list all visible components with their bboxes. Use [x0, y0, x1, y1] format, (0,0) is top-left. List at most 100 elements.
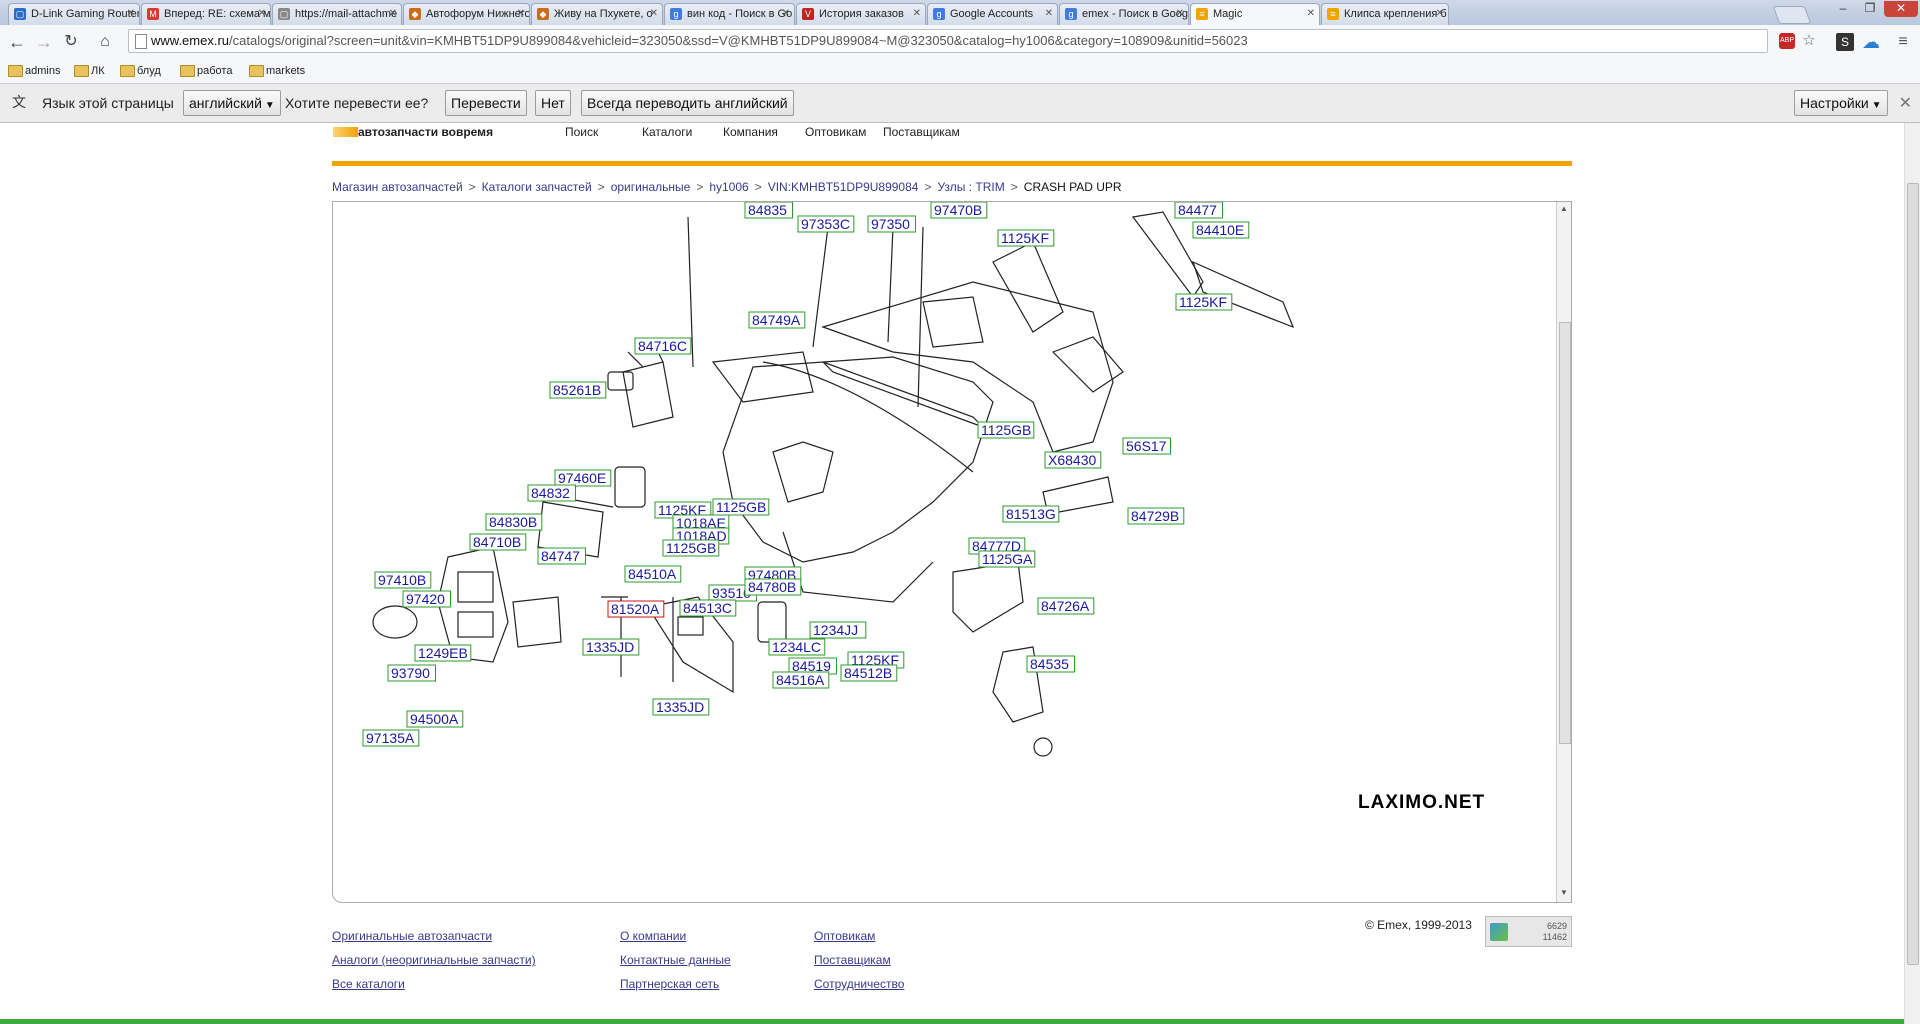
emex-logo[interactable]: [333, 127, 358, 137]
part-number-label[interactable]: 84516A: [776, 672, 825, 688]
part-number-label[interactable]: 84726A: [1041, 598, 1090, 614]
browser-tab[interactable]: g emex - Поиск в Goog ✕: [1059, 3, 1189, 25]
translate-button[interactable]: Перевести: [445, 90, 527, 116]
part-number-label[interactable]: 97350: [871, 216, 910, 232]
browser-tab[interactable]: M Вперед: RE: схема м ✕: [141, 3, 271, 25]
part-number-label[interactable]: 85261B: [553, 382, 601, 398]
no-translate-button[interactable]: Нет: [535, 90, 571, 116]
browser-tab[interactable]: g Google Accounts ✕: [927, 3, 1058, 25]
part-number-label[interactable]: 1125GA: [982, 551, 1033, 567]
footer-link[interactable]: Оптовикам: [814, 929, 875, 943]
nav-catalogs[interactable]: Каталоги: [642, 125, 692, 139]
part-number-label[interactable]: 1125KF: [1179, 294, 1227, 310]
breadcrumb-link[interactable]: Узлы : TRIM: [937, 180, 1004, 194]
bookmark-star-icon[interactable]: ☆: [1801, 33, 1817, 49]
part-number-label[interactable]: 94500A: [410, 711, 459, 727]
part-number-label[interactable]: 1234LC: [772, 639, 821, 655]
always-translate-button[interactable]: Всегда переводить английский: [581, 90, 794, 116]
part-number-label[interactable]: 93790: [391, 665, 430, 681]
tab-close-icon[interactable]: ✕: [258, 4, 266, 24]
tab-close-icon[interactable]: ✕: [1176, 4, 1184, 24]
bookmark-folder[interactable]: блуд: [120, 63, 161, 79]
page-scrollbar[interactable]: [1904, 123, 1920, 1024]
part-number-label[interactable]: 97420: [406, 591, 445, 607]
part-number-label[interactable]: 84780B: [748, 579, 796, 595]
browser-tab[interactable]: g вин код - Поиск в Go ✕: [664, 3, 795, 25]
tab-close-icon[interactable]: ✕: [1307, 4, 1315, 24]
part-number-label[interactable]: 84749A: [752, 312, 801, 328]
footer-link[interactable]: Оригинальные автозапчасти: [332, 929, 492, 943]
address-bar[interactable]: www.emex.ru/catalogs/original?screen=uni…: [128, 29, 1816, 53]
part-number-label[interactable]: 1125GB: [666, 540, 716, 556]
part-number-label[interactable]: 81513G: [1006, 506, 1056, 522]
extension-s-icon[interactable]: S: [1836, 33, 1854, 51]
part-number-label[interactable]: 81520A: [611, 601, 660, 617]
part-number-label[interactable]: 1125GB: [716, 499, 766, 515]
part-number-label[interactable]: 84535: [1030, 656, 1069, 672]
bookmark-folder[interactable]: ЛК: [74, 63, 105, 79]
minimize-window-button[interactable]: –: [1830, 1, 1856, 17]
close-window-button[interactable]: ✕: [1884, 1, 1918, 17]
extension-cloud-icon[interactable]: ☁: [1860, 31, 1882, 53]
part-number-label[interactable]: 84832: [531, 485, 570, 501]
scroll-thumb[interactable]: [1907, 183, 1919, 965]
tab-close-icon[interactable]: ✕: [1045, 4, 1053, 24]
part-number-label[interactable]: 1335JD: [656, 699, 704, 715]
tab-close-icon[interactable]: ✕: [782, 4, 790, 24]
language-select[interactable]: английский ▼: [183, 90, 281, 116]
tab-close-icon[interactable]: ✕: [389, 4, 397, 24]
bookmark-folder[interactable]: markets: [249, 63, 305, 79]
tab-close-icon[interactable]: ✕: [517, 4, 525, 24]
part-number-label[interactable]: 1249EB: [418, 645, 468, 661]
bookmark-folder[interactable]: работа: [180, 63, 232, 79]
restore-window-button[interactable]: ❐: [1857, 1, 1883, 17]
part-number-label[interactable]: 97135A: [366, 730, 415, 746]
part-number-label[interactable]: 56S17: [1126, 438, 1167, 454]
scroll-up-icon[interactable]: ▲: [1559, 204, 1569, 216]
breadcrumb-link[interactable]: VIN:KMHBT51DP9U899084: [768, 180, 919, 194]
footer-link[interactable]: Все каталоги: [332, 977, 405, 991]
part-number-label[interactable]: 97460E: [558, 470, 606, 486]
home-icon[interactable]: ⌂: [94, 31, 116, 53]
browser-tab[interactable]: ≡ Magic ✕: [1190, 3, 1320, 26]
browser-tab[interactable]: ◆ Живу на Пхукете, о ✕: [531, 3, 663, 25]
footer-link[interactable]: Контактные данные: [620, 953, 731, 967]
adblock-icon[interactable]: ABP: [1779, 33, 1795, 49]
breadcrumb-link[interactable]: оригинальные: [611, 180, 691, 194]
browser-tab[interactable]: ▢ https://mail-attachme ✕: [272, 3, 402, 25]
translate-settings-button[interactable]: Настройки ▼: [1794, 90, 1888, 116]
browser-tab[interactable]: V История заказов ✕: [796, 3, 926, 25]
diagram-scrollbar[interactable]: ▲ ▼: [1556, 202, 1571, 902]
close-icon[interactable]: ✕: [1899, 93, 1912, 113]
part-number-label[interactable]: 97353C: [801, 216, 850, 232]
nav-company[interactable]: Компания: [723, 125, 778, 139]
bookmark-folder[interactable]: admins: [8, 63, 60, 79]
browser-tab[interactable]: ◆ Автофорум Нижнего ✕: [403, 3, 530, 25]
url-text[interactable]: www.emex.ru/catalogs/original?screen=uni…: [151, 33, 1248, 48]
part-number-label[interactable]: 1234JJ: [813, 622, 858, 638]
tab-close-icon[interactable]: ✕: [127, 4, 135, 24]
nav-suppliers[interactable]: Поставщикам: [883, 125, 960, 139]
tab-close-icon[interactable]: ✕: [650, 4, 658, 24]
part-number-label[interactable]: 84729B: [1131, 508, 1179, 524]
scroll-thumb[interactable]: [1559, 322, 1571, 744]
part-number-label[interactable]: 1335JD: [586, 639, 634, 655]
part-number-label[interactable]: 84716C: [638, 338, 687, 354]
visit-counter[interactable]: 6629 11462: [1485, 916, 1572, 947]
footer-link[interactable]: Поставщикам: [814, 953, 891, 967]
footer-link[interactable]: Сотрудничество: [814, 977, 904, 991]
footer-link[interactable]: Партнерская сеть: [620, 977, 719, 991]
part-number-label[interactable]: 84835: [748, 202, 787, 218]
forward-icon[interactable]: →: [33, 31, 55, 53]
part-number-label[interactable]: 84747: [541, 548, 580, 564]
part-number-label[interactable]: 84510A: [628, 566, 677, 582]
part-number-label[interactable]: 1125GB: [981, 422, 1031, 438]
tab-close-icon[interactable]: ✕: [1436, 4, 1444, 24]
browser-tab[interactable]: ▢ D-Link Gaming Router ✕: [8, 3, 140, 25]
part-number-label[interactable]: 84513C: [683, 600, 732, 616]
reload-icon[interactable]: ↻: [60, 31, 82, 53]
nav-search[interactable]: Поиск: [565, 125, 598, 139]
browser-tab[interactable]: ≡ Клипса крепления б ✕: [1321, 3, 1449, 25]
breadcrumb-link[interactable]: hy1006: [709, 180, 748, 194]
footer-link[interactable]: Аналоги (неоригинальные запчасти): [332, 953, 536, 967]
